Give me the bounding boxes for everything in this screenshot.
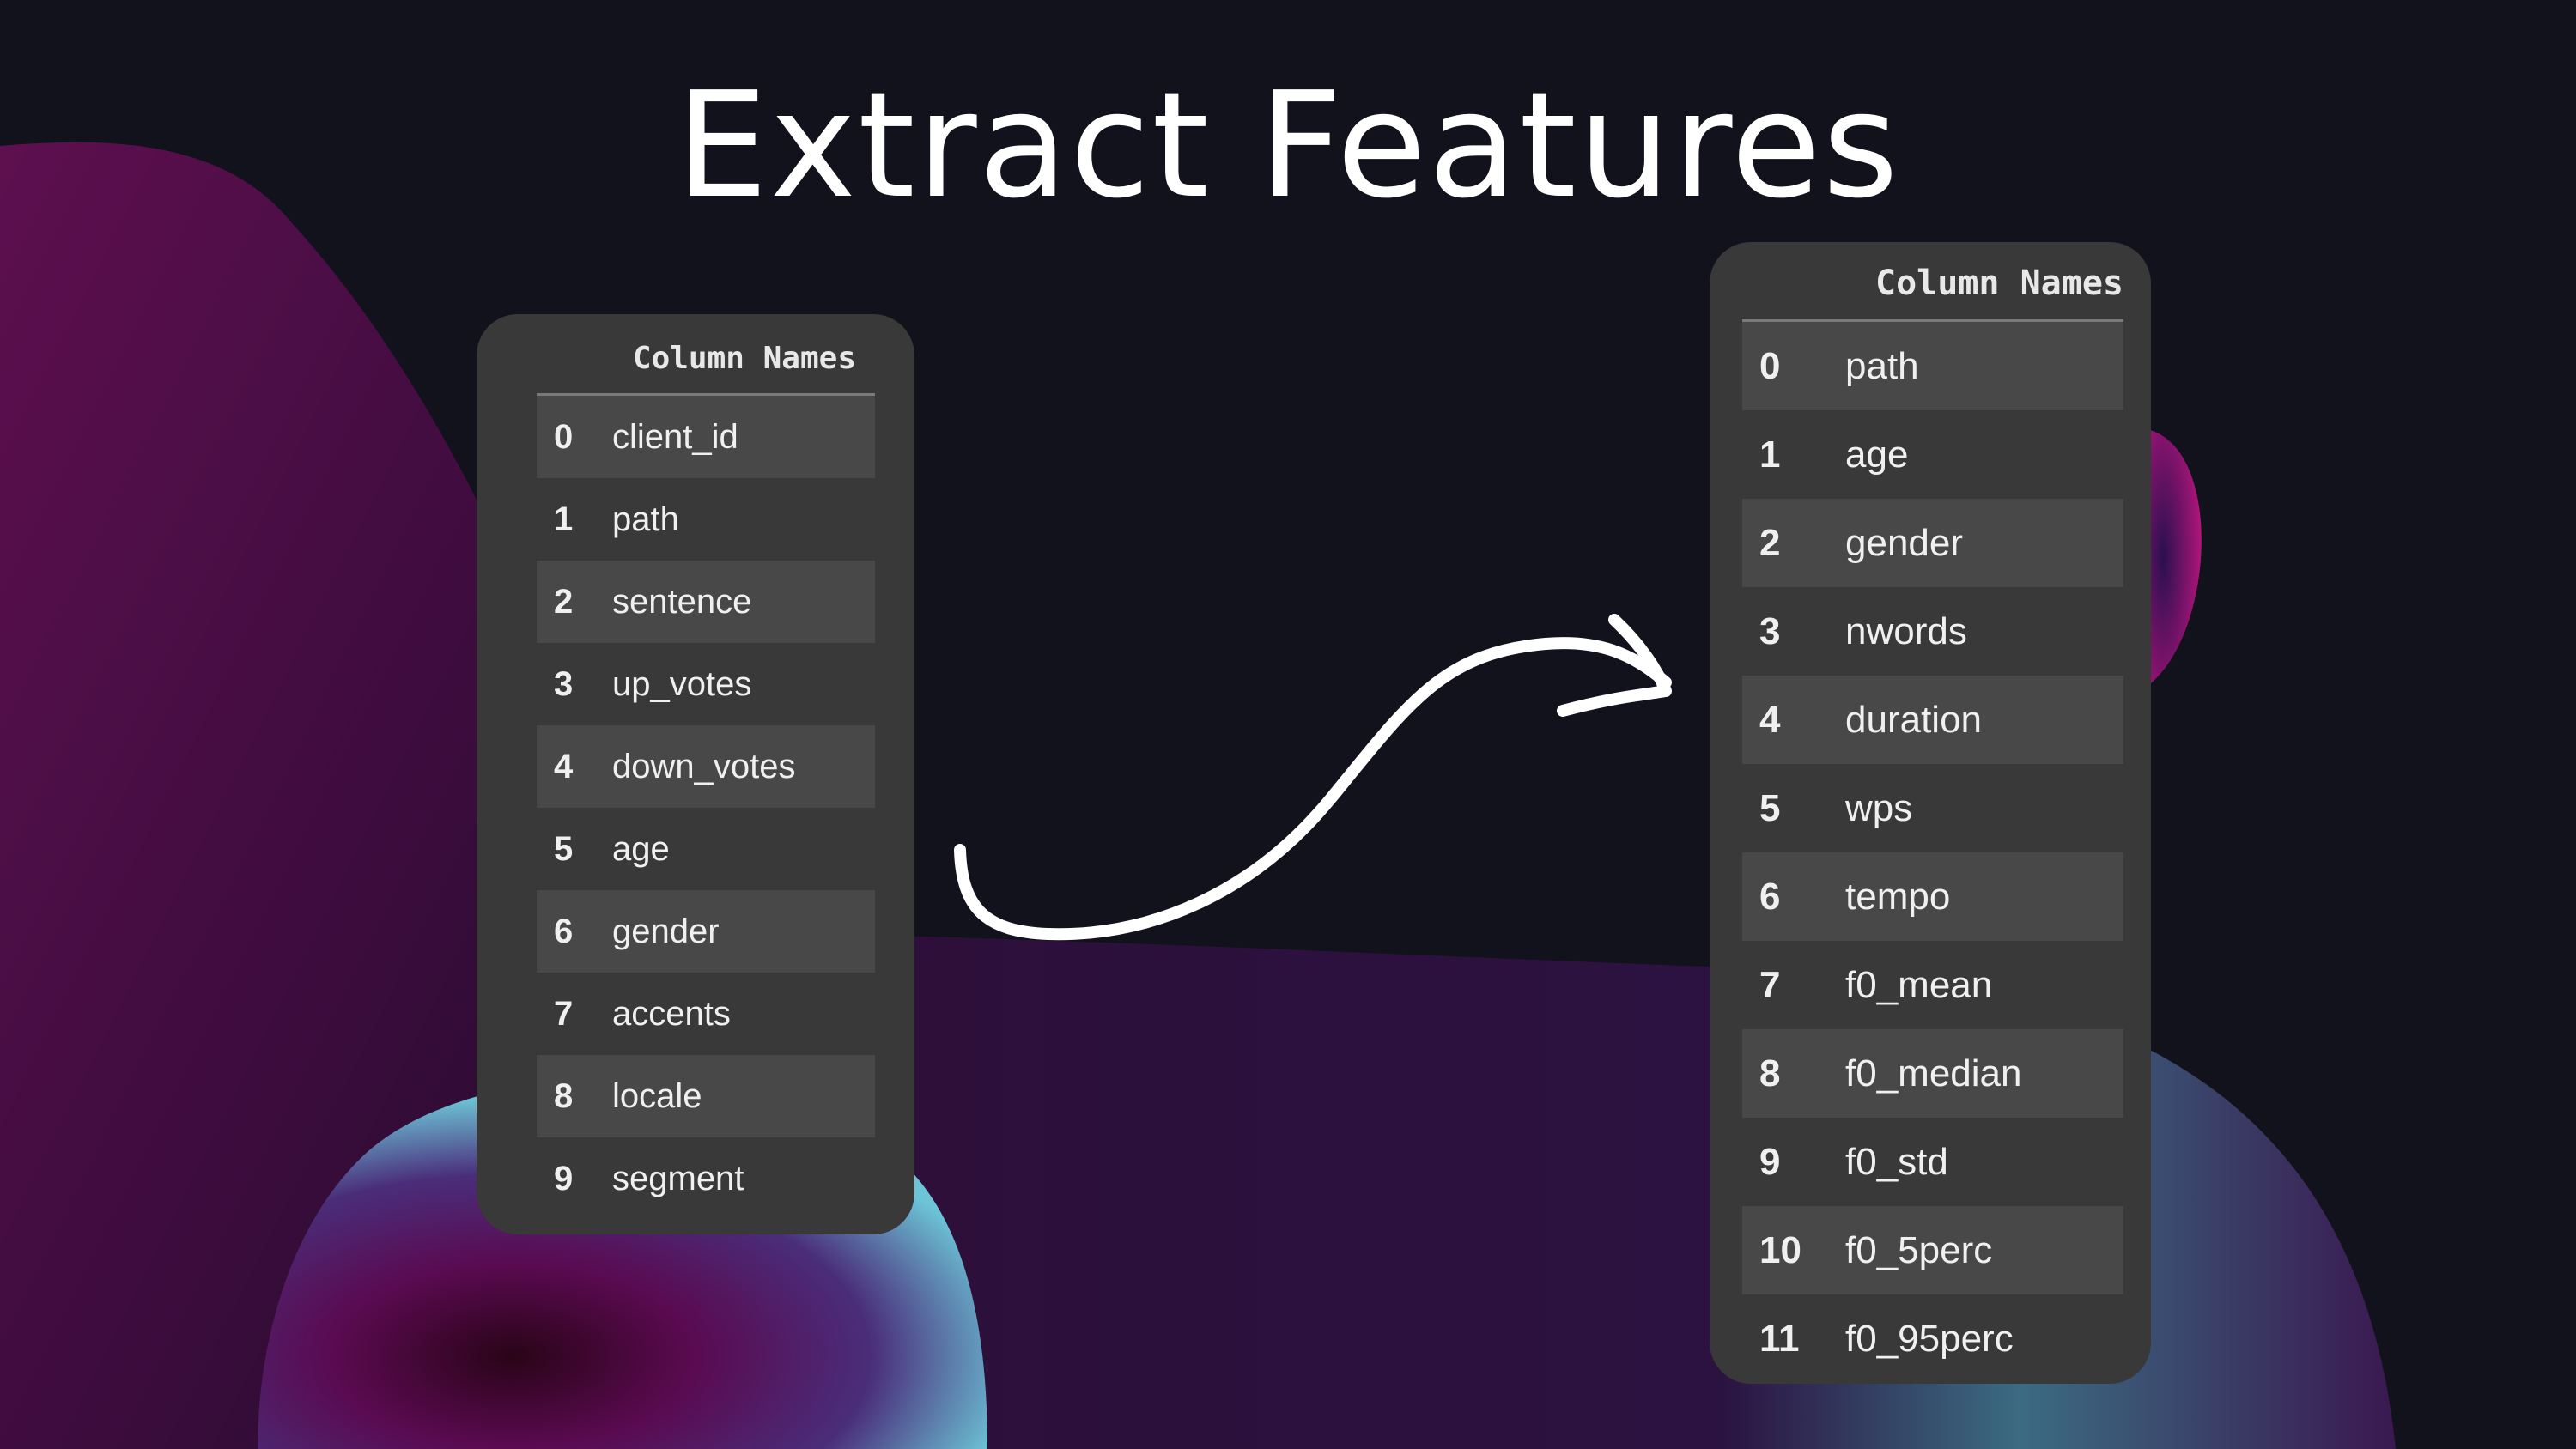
column-name: f0_std	[1845, 1140, 1948, 1183]
left-columns-table: Column Names 0 client_id 1 path 2 sentence …	[477, 314, 914, 1234]
column-name: f0_mean	[1845, 963, 1993, 1006]
column-name: age	[612, 829, 670, 868]
column-name: up_votes	[612, 664, 752, 703]
table-row: 0 path	[1742, 322, 2123, 410]
row-index: 1	[554, 500, 574, 538]
table-row: 9 segment	[537, 1137, 875, 1220]
column-name: wps	[1845, 786, 1913, 829]
column-name: nwords	[1845, 609, 1967, 652]
column-name: sentence	[612, 582, 752, 621]
table-row: 4 down_votes	[537, 725, 875, 808]
row-index: 7	[1759, 963, 1781, 1006]
column-name: tempo	[1845, 875, 1951, 918]
row-index: 1	[1759, 433, 1781, 476]
table-row: 1 age	[1742, 410, 2123, 499]
row-index: 7	[554, 994, 574, 1033]
row-index: 9	[1759, 1140, 1781, 1183]
row-index: 0	[554, 417, 574, 456]
table-header: Column Names	[537, 333, 875, 396]
row-index: 2	[1759, 521, 1781, 564]
row-index: 6	[1759, 875, 1781, 918]
table-row: 6 gender	[537, 890, 875, 973]
column-name: gender	[612, 912, 720, 950]
column-name: down_votes	[612, 747, 796, 785]
row-index: 3	[554, 664, 574, 703]
row-index: 0	[1759, 344, 1781, 387]
table-row: 8 locale	[537, 1055, 875, 1137]
row-index: 8	[554, 1076, 574, 1115]
column-name: segment	[612, 1159, 744, 1197]
row-index: 11	[1759, 1317, 1800, 1360]
curved-arrow-icon	[954, 614, 1672, 941]
row-index: 6	[554, 912, 574, 950]
table-row: 9 f0_std	[1742, 1118, 2123, 1206]
table-row: 0 client_id	[537, 396, 875, 478]
column-name: accents	[612, 994, 731, 1033]
table-row: 7 accents	[537, 973, 875, 1055]
row-index: 9	[554, 1159, 574, 1197]
table-row: 7 f0_mean	[1742, 941, 2123, 1029]
column-name: age	[1845, 433, 1909, 476]
row-index: 5	[554, 829, 574, 868]
table-row: 8 f0_median	[1742, 1029, 2123, 1118]
column-name: f0_5perc	[1845, 1228, 1993, 1271]
row-index: 3	[1759, 609, 1781, 652]
table-row: 6 tempo	[1742, 852, 2123, 941]
row-index: 4	[1759, 698, 1781, 741]
page-title: Extract Features	[676, 61, 1900, 231]
column-name: gender	[1845, 521, 1964, 564]
row-index: 10	[1759, 1228, 1801, 1271]
table-row: 3 nwords	[1742, 587, 2123, 676]
row-index: 2	[554, 582, 574, 621]
table-row: 5 wps	[1742, 764, 2123, 852]
table-row: 2 gender	[1742, 499, 2123, 587]
table-row: 3 up_votes	[537, 643, 875, 725]
column-name: client_id	[612, 417, 738, 456]
table-row: 11 f0_95perc	[1742, 1294, 2123, 1383]
column-name: path	[612, 500, 679, 538]
table-header: Column Names	[1742, 256, 2123, 322]
table-row: 4 duration	[1742, 676, 2123, 764]
right-columns-table: Column Names 0 path 1 age 2 gender 3 nwords …	[1710, 242, 2151, 1384]
table-row: 10 f0_5perc	[1742, 1206, 2123, 1294]
table-row: 5 age	[537, 808, 875, 890]
row-index: 4	[554, 747, 574, 785]
column-name: locale	[612, 1076, 702, 1115]
row-index: 8	[1759, 1052, 1781, 1094]
column-name: path	[1845, 344, 1919, 387]
table-row: 1 path	[537, 478, 875, 561]
column-name: f0_median	[1845, 1052, 2022, 1094]
column-name: duration	[1845, 698, 1983, 741]
column-name: f0_95perc	[1845, 1317, 2014, 1360]
table-row: 2 sentence	[537, 561, 875, 643]
row-index: 5	[1759, 786, 1781, 829]
